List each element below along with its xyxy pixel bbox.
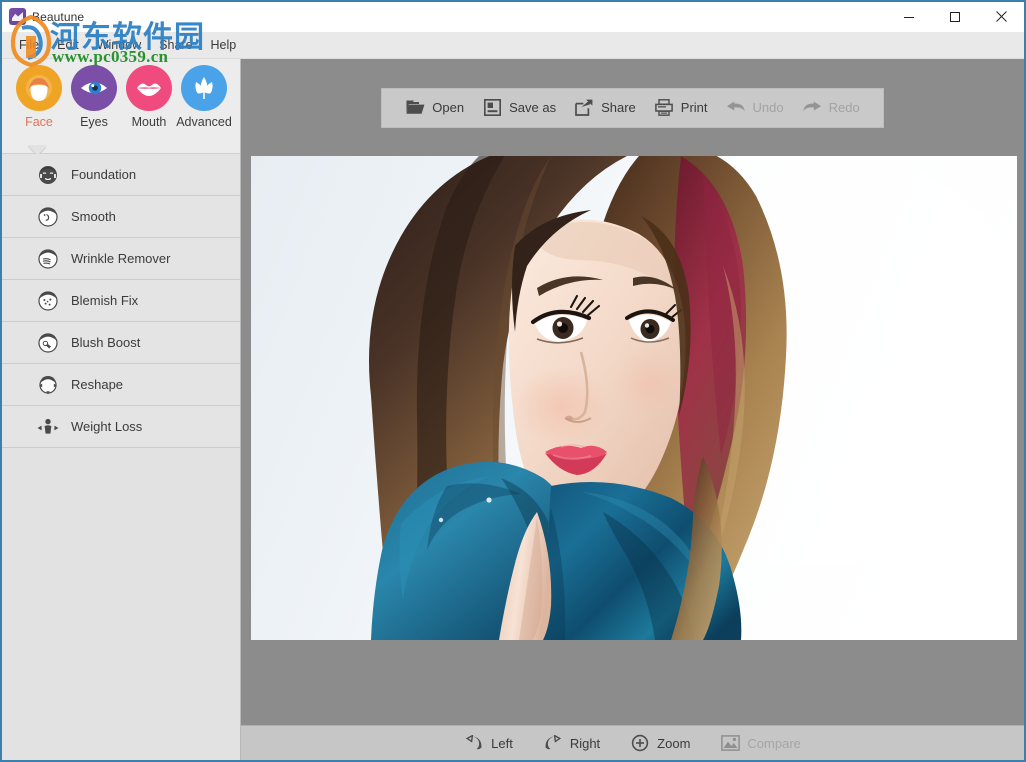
flower-icon-circle [181, 65, 227, 111]
tab-eyes[interactable]: Eyes [67, 65, 121, 129]
rotate-right-label: Right [570, 736, 600, 751]
main-toolbar: Open Save as [381, 88, 883, 128]
sidebar-empty-space [2, 448, 240, 760]
tab-mouth[interactable]: Mouth [122, 65, 176, 129]
window-title: Beautune [32, 10, 84, 24]
menu-item-help[interactable]: Help [202, 35, 246, 55]
application-window: Beautune File Edit Window [0, 0, 1026, 762]
folder-open-icon [405, 98, 425, 118]
menu-item-window[interactable]: Window [88, 35, 150, 55]
minimize-button[interactable] [886, 2, 932, 31]
image-canvas-area[interactable] [241, 156, 1024, 725]
photo-preview[interactable] [251, 156, 1017, 640]
tab-face[interactable]: Face [12, 65, 66, 129]
zoom-plus-icon [630, 733, 650, 753]
zoom-button[interactable]: Zoom [615, 726, 705, 760]
window-controls [886, 2, 1024, 31]
lips-icon [133, 72, 165, 104]
rotate-left-button[interactable]: Left [449, 726, 528, 760]
toolbar-container: Open Save as [241, 59, 1024, 156]
blush-face-icon [36, 331, 60, 355]
main-workspace: Open Save as [241, 59, 1024, 760]
save-as-button-label: Save as [509, 100, 556, 115]
tab-mouth-label: Mouth [132, 115, 167, 129]
blemish-face-icon [36, 289, 60, 313]
lips-icon-circle [126, 65, 172, 111]
face-icon-circle [16, 65, 62, 111]
beautune-app-icon [9, 8, 26, 25]
close-button[interactable] [978, 2, 1024, 31]
tab-eyes-label: Eyes [80, 115, 108, 129]
printer-icon [654, 98, 674, 118]
rotate-left-label: Left [491, 736, 513, 751]
sidebar-item-label: Wrinkle Remover [71, 251, 170, 266]
minimize-icon [903, 11, 915, 23]
flower-icon [189, 73, 219, 103]
smooth-face-icon [36, 205, 60, 229]
compare-image-icon [720, 733, 740, 753]
close-icon [995, 10, 1008, 23]
compare-label: Compare [747, 736, 800, 751]
sidebar-item-wrinkle-remover[interactable]: Wrinkle Remover [2, 238, 240, 280]
sidebar-item-foundation[interactable]: Foundation [2, 154, 240, 196]
sidebar-item-label: Weight Loss [71, 419, 142, 434]
category-tab-strip: Face Eyes [2, 59, 240, 154]
sidebar-item-label: Blemish Fix [71, 293, 138, 308]
share-arrow-icon [574, 98, 594, 118]
menu-item-share[interactable]: Share [150, 35, 201, 55]
sidebar-item-blemish-fix[interactable]: Blemish Fix [2, 280, 240, 322]
open-button-label: Open [432, 100, 464, 115]
redo-arrow-icon [802, 98, 822, 118]
active-tab-pointer [28, 145, 46, 154]
sidebar-item-label: Foundation [71, 167, 136, 182]
foundation-face-icon [36, 163, 60, 187]
eye-icon-circle [71, 65, 117, 111]
sidebar-tool-list: Foundation Smooth [2, 154, 240, 760]
sidebar-item-label: Smooth [71, 209, 116, 224]
tab-face-label: Face [25, 115, 53, 129]
sidebar: Face Eyes [2, 59, 241, 760]
eye-icon [78, 72, 110, 104]
rotate-left-icon [464, 733, 484, 753]
menu-bar: File Edit Window Share Help [2, 32, 1024, 59]
bottom-toolbar: Left Right [241, 725, 1024, 760]
sidebar-item-label: Reshape [71, 377, 123, 392]
save-as-button[interactable]: Save as [473, 89, 565, 127]
redo-button[interactable]: Redo [793, 89, 869, 127]
sidebar-item-smooth[interactable]: Smooth [2, 196, 240, 238]
menu-item-edit[interactable]: Edit [48, 35, 88, 55]
sidebar-item-blush-boost[interactable]: Blush Boost [2, 322, 240, 364]
tab-advanced[interactable]: Advanced [177, 65, 231, 129]
sidebar-item-weight-loss[interactable]: Weight Loss [2, 406, 240, 448]
sidebar-item-label: Blush Boost [71, 335, 140, 350]
redo-button-label: Redo [829, 100, 860, 115]
title-bar: Beautune [2, 2, 1024, 32]
rotate-right-icon [543, 733, 563, 753]
rotate-right-button[interactable]: Right [528, 726, 615, 760]
reshape-face-icon [36, 373, 60, 397]
maximize-icon [949, 11, 961, 23]
wrinkle-face-icon [36, 247, 60, 271]
sidebar-item-reshape[interactable]: Reshape [2, 364, 240, 406]
open-button[interactable]: Open [396, 89, 473, 127]
menu-item-file[interactable]: File [10, 35, 48, 55]
tab-advanced-label: Advanced [176, 115, 232, 129]
save-disk-icon [482, 98, 502, 118]
undo-arrow-icon [726, 98, 746, 118]
weight-loss-icon [36, 415, 60, 439]
face-icon [24, 73, 54, 103]
print-button[interactable]: Print [645, 89, 717, 127]
undo-button[interactable]: Undo [717, 89, 793, 127]
share-button-label: Share [601, 100, 636, 115]
share-button[interactable]: Share [565, 89, 645, 127]
zoom-label: Zoom [657, 736, 690, 751]
compare-button[interactable]: Compare [705, 726, 815, 760]
undo-button-label: Undo [753, 100, 784, 115]
maximize-button[interactable] [932, 2, 978, 31]
app-body: Face Eyes [2, 59, 1024, 760]
print-button-label: Print [681, 100, 708, 115]
